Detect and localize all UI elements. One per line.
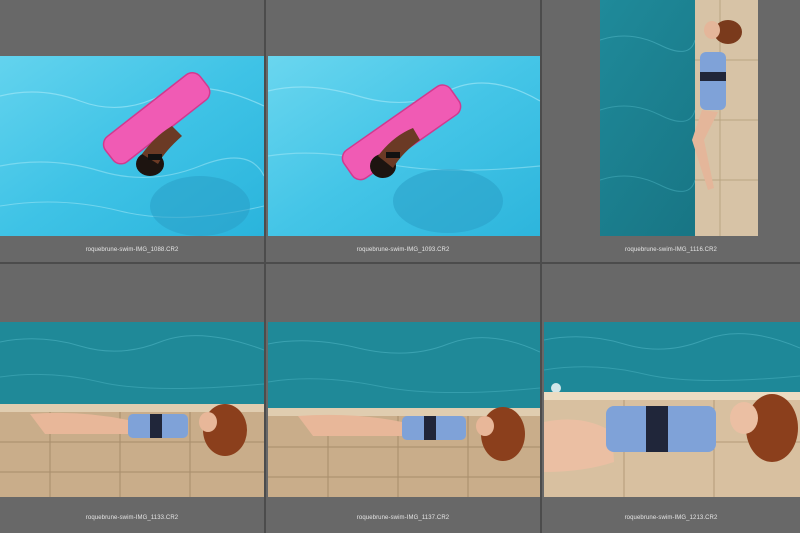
thumbnail-filename: roquebrune-swim-IMG_1137.CR2 xyxy=(356,515,450,521)
thumbnail-image[interactable] xyxy=(0,322,264,497)
thumbnail-image[interactable] xyxy=(268,56,540,236)
thumbnail-filename: roquebrune-swim-IMG_1093.CR2 xyxy=(356,247,450,253)
thumbnail-filename: roquebrune-swim-IMG_1088.CR2 xyxy=(85,247,179,253)
thumbnail-filename: roquebrune-swim-IMG_1133.CR2 xyxy=(85,515,179,521)
thumbnail-image[interactable] xyxy=(600,0,758,236)
thumbnail-cell-1093[interactable]: roquebrune-swim-IMG_1093.CR2 xyxy=(266,0,540,262)
thumbnail-filename: roquebrune-swim-IMG_1116.CR2 xyxy=(625,247,717,253)
thumbnail-image[interactable] xyxy=(0,56,264,236)
thumbnail-grid: roquebrune-swim-IMG_1088.CR2 roquebrune-… xyxy=(0,0,800,533)
grid-divider xyxy=(264,0,266,533)
thumbnail-filename: roquebrune-swim-IMG_1213.CR2 xyxy=(624,515,718,521)
thumbnail-cell-1088[interactable]: roquebrune-swim-IMG_1088.CR2 xyxy=(0,0,264,262)
grid-divider xyxy=(540,0,542,533)
thumbnail-cell-1133[interactable]: roquebrune-swim-IMG_1133.CR2 xyxy=(0,264,264,533)
grid-divider xyxy=(0,262,800,264)
thumbnail-cell-1213[interactable]: roquebrune-swim-IMG_1213.CR2 xyxy=(542,264,800,533)
thumbnail-cell-1116[interactable]: roquebrune-swim-IMG_1116.CR2 xyxy=(542,0,800,262)
thumbnail-image[interactable] xyxy=(544,322,800,497)
thumbnail-image[interactable] xyxy=(268,322,540,497)
thumbnail-cell-1137[interactable]: roquebrune-swim-IMG_1137.CR2 xyxy=(266,264,540,533)
